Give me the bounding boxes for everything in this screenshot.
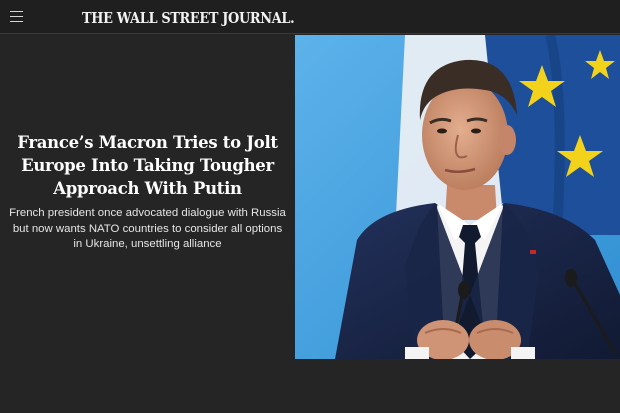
hamburger-menu-icon[interactable] xyxy=(9,8,25,24)
article-summary: French president once advocated dialogue… xyxy=(9,207,286,250)
wsj-page: THE WALL STREET JOURNAL. France’s Macron… xyxy=(0,0,620,413)
article-photo[interactable] xyxy=(295,35,620,359)
article-text-block: France’s Macron Tries to Jolt Europe Int… xyxy=(8,131,287,253)
macron-photo-illustration xyxy=(295,35,620,359)
top-navigation-bar: THE WALL STREET JOURNAL. xyxy=(0,0,620,34)
article-headline[interactable]: France’s Macron Tries to Jolt Europe Int… xyxy=(8,131,287,200)
wsj-masthead-logo[interactable]: THE WALL STREET JOURNAL. xyxy=(82,7,295,29)
